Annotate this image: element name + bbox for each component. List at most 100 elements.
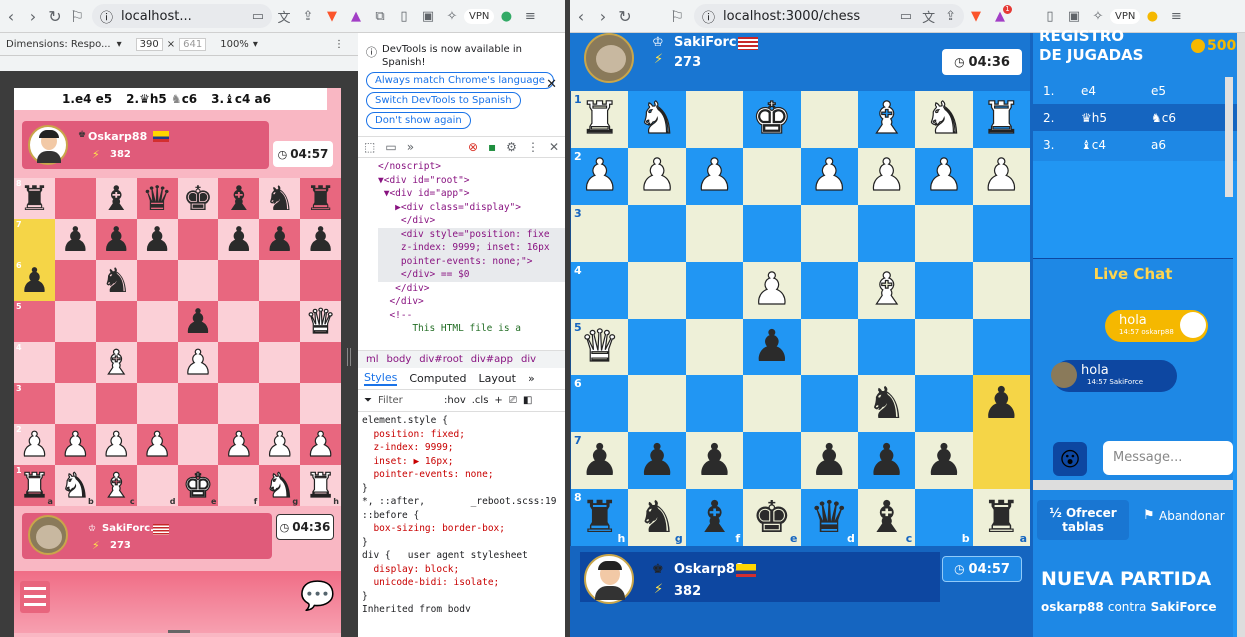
board-square[interactable]: [136, 383, 178, 424]
reload-icon[interactable]: ↻: [614, 7, 636, 26]
board-square[interactable]: [628, 375, 686, 433]
black-pawn-icon[interactable]: ♟: [142, 223, 172, 257]
add-rule-icon[interactable]: +: [494, 395, 502, 406]
horizontal-scrollbar[interactable]: [1033, 480, 1233, 490]
board-square[interactable]: ♟: [628, 147, 686, 205]
board-square[interactable]: [218, 260, 260, 301]
board-square[interactable]: 3: [571, 204, 629, 262]
board-square[interactable]: [54, 178, 96, 219]
white-pawn-icon[interactable]: ♟: [751, 267, 792, 312]
board-square[interactable]: ♟: [857, 432, 916, 490]
white-knight-icon[interactable]: ♞: [264, 468, 296, 503]
white-rook-icon[interactable]: ♜: [305, 468, 337, 503]
profile-icon[interactable]: ●: [1140, 9, 1164, 24]
black-king-icon[interactable]: ♚: [752, 495, 791, 540]
black-pawn-icon[interactable]: ♟: [809, 438, 848, 483]
left-address-bar[interactable]: ⓘ localhost... ▭: [92, 4, 272, 28]
width-input[interactable]: 390: [135, 37, 163, 51]
board-square[interactable]: [218, 301, 260, 342]
board-square[interactable]: f: [218, 465, 260, 506]
board-square[interactable]: [54, 383, 96, 424]
board-square[interactable]: ♟: [259, 219, 301, 260]
board-square[interactable]: ♛ d: [800, 489, 858, 546]
move-list[interactable]: 1. e4 e5 2. ♛h5 ♞c6 3. ♝c4 a6: [1033, 77, 1237, 161]
board-square[interactable]: ♞ g: [628, 489, 686, 546]
board-square[interactable]: [685, 204, 744, 262]
board-square[interactable]: ♟: [972, 375, 1030, 433]
board-square[interactable]: [685, 261, 744, 319]
black-bishop-icon[interactable]: ♝: [695, 495, 734, 540]
code-line[interactable]: ▶<div class="display">: [378, 201, 565, 215]
board-square[interactable]: ♟: [95, 219, 137, 260]
board-square[interactable]: d: [136, 465, 178, 506]
style-line[interactable]: element.style {: [362, 414, 565, 428]
style-line[interactable]: display: block;: [362, 563, 565, 577]
board-square[interactable]: ♟: [54, 219, 96, 260]
breadcrumb-item[interactable]: div#app: [471, 354, 513, 365]
board-square[interactable]: ♝: [857, 261, 916, 319]
board-square[interactable]: ♜: [300, 178, 341, 219]
white-rook-icon[interactable]: ♜: [981, 96, 1022, 141]
site-info-icon[interactable]: ⓘ: [702, 7, 715, 26]
brave-icon[interactable]: ▼: [320, 9, 344, 24]
code-line[interactable]: </div> == $0: [378, 268, 565, 282]
switch-spanish-button[interactable]: Switch DevTools to Spanish: [366, 92, 521, 109]
device-icon[interactable]: ▭: [385, 140, 396, 154]
board-square[interactable]: ♚: [743, 91, 801, 148]
board-square[interactable]: [628, 261, 686, 319]
board-square[interactable]: ♟: [800, 432, 858, 490]
board-square[interactable]: [685, 318, 744, 376]
board-square[interactable]: ♞ b: [54, 465, 96, 506]
breadcrumb-item[interactable]: body: [387, 354, 412, 365]
rewards-icon[interactable]: ▲: [344, 9, 368, 24]
white-pawn-icon[interactable]: ♟: [579, 153, 620, 198]
extensions-icon[interactable]: ⧉: [368, 9, 392, 24]
board-square[interactable]: [743, 375, 801, 433]
black-bishop-icon[interactable]: ♝: [867, 495, 906, 540]
scrollbar[interactable]: [1225, 77, 1233, 197]
inspect-icon[interactable]: ⬚: [364, 140, 375, 154]
black-pawn-icon[interactable]: ♟: [60, 223, 90, 257]
white-king-icon[interactable]: ♚: [182, 468, 214, 503]
black-pawn-icon[interactable]: ♟: [101, 223, 131, 257]
white-pawn-icon[interactable]: ♟: [637, 153, 678, 198]
code-line[interactable]: This HTML file is a: [378, 322, 565, 336]
breadcrumb-item[interactable]: ml: [366, 354, 379, 365]
profile-icon[interactable]: ●: [494, 9, 518, 24]
board-square[interactable]: ♟: [218, 219, 260, 260]
hamburger-menu-button[interactable]: [20, 581, 50, 613]
translate-icon[interactable]: 文: [272, 7, 296, 26]
code-line[interactable]: pointer-events: none;">: [378, 254, 565, 268]
black-pawn-icon[interactable]: ♟: [752, 324, 791, 369]
site-info-icon[interactable]: ⓘ: [100, 7, 113, 26]
vpn-button[interactable]: VPN: [464, 8, 495, 24]
board-square[interactable]: ♟: [177, 342, 219, 383]
board-square[interactable]: ♟: [300, 424, 341, 465]
breadcrumb-item[interactable]: div: [521, 354, 536, 365]
board-square[interactable]: ♝: [95, 178, 137, 219]
wallet-icon[interactable]: ▣: [1062, 9, 1086, 24]
white-pawn-icon[interactable]: ♟: [141, 427, 173, 462]
black-pawn-icon[interactable]: ♟: [224, 223, 254, 257]
black-knight-icon[interactable]: ♞: [867, 381, 906, 426]
white-pawn-icon[interactable]: ♟: [305, 427, 337, 462]
code-line[interactable]: </div>: [378, 295, 565, 309]
black-rook-icon[interactable]: ♜: [580, 495, 619, 540]
translate-icon[interactable]: 文: [922, 7, 935, 26]
white-knight-icon[interactable]: ♞: [637, 96, 678, 141]
message-input[interactable]: Message...: [1103, 441, 1233, 475]
board-square[interactable]: [136, 260, 178, 301]
white-bishop-icon[interactable]: ♝: [100, 468, 132, 503]
board-square[interactable]: ♚: [177, 178, 219, 219]
board-square[interactable]: ♟: [218, 424, 260, 465]
issues-icon[interactable]: ▪: [488, 140, 496, 154]
white-rook-icon[interactable]: ♜: [19, 468, 51, 503]
board-square[interactable]: ♟: [800, 147, 858, 205]
black-rook-icon[interactable]: ♜: [982, 495, 1021, 540]
move-row[interactable]: 1. e4 e5: [1033, 77, 1237, 104]
board-square[interactable]: ♞: [95, 260, 137, 301]
board-square[interactable]: [800, 91, 858, 148]
black-queen-icon[interactable]: ♛: [809, 495, 848, 540]
board-square[interactable]: ♛: [136, 178, 178, 219]
board-square[interactable]: [915, 375, 973, 433]
